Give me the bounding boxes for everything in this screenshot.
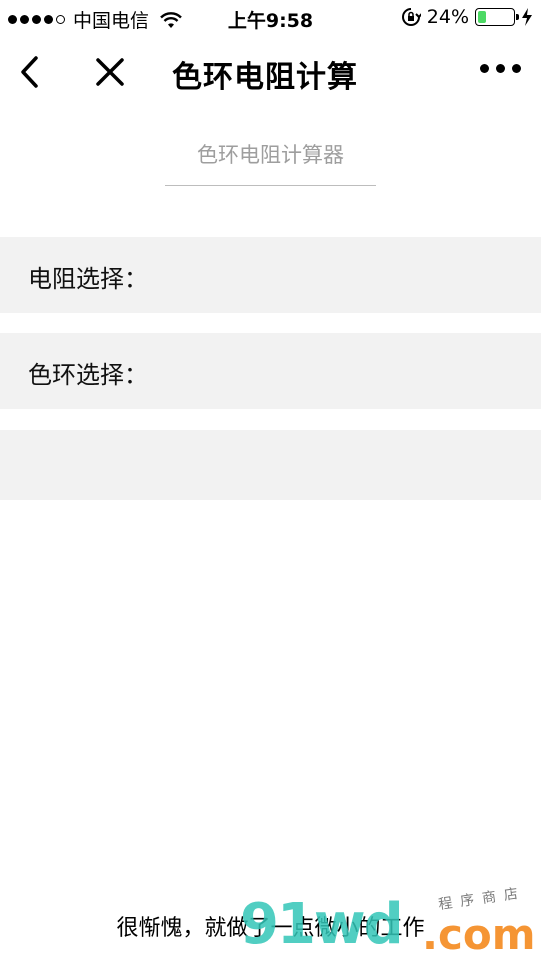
calculator-heading: 色环电阻计算器 (197, 143, 344, 167)
result-row (0, 430, 541, 500)
watermark-domain: .com (422, 910, 536, 959)
resistor-select-row[interactable]: 电阻选择： (0, 237, 541, 313)
more-dots-icon[interactable] (480, 64, 521, 73)
watermark-main: 91wd (240, 892, 404, 957)
status-right: 24% (401, 6, 533, 28)
back-chevron-icon[interactable] (14, 52, 44, 92)
navigation-bar: 色环电阻计算 (0, 36, 541, 108)
color-ring-select-row[interactable]: 色环选择： (0, 333, 541, 409)
battery-percent: 24% (426, 6, 469, 28)
battery-fill (478, 11, 487, 23)
rotation-lock-icon (401, 8, 421, 26)
page-title: 色环电阻计算 (172, 60, 358, 95)
charging-icon (522, 8, 532, 26)
color-ring-select-label: 色环选择： (28, 361, 148, 389)
resistor-select-label: 电阻选择： (28, 265, 148, 293)
calculator-heading-container: 色环电阻计算器 (165, 138, 376, 186)
close-icon[interactable] (94, 54, 126, 90)
watermark-logo: 91wd .com 程序商店 (240, 885, 540, 959)
battery-icon (475, 8, 519, 26)
status-bar: 中国电信 上午9:58 24% (0, 0, 541, 36)
